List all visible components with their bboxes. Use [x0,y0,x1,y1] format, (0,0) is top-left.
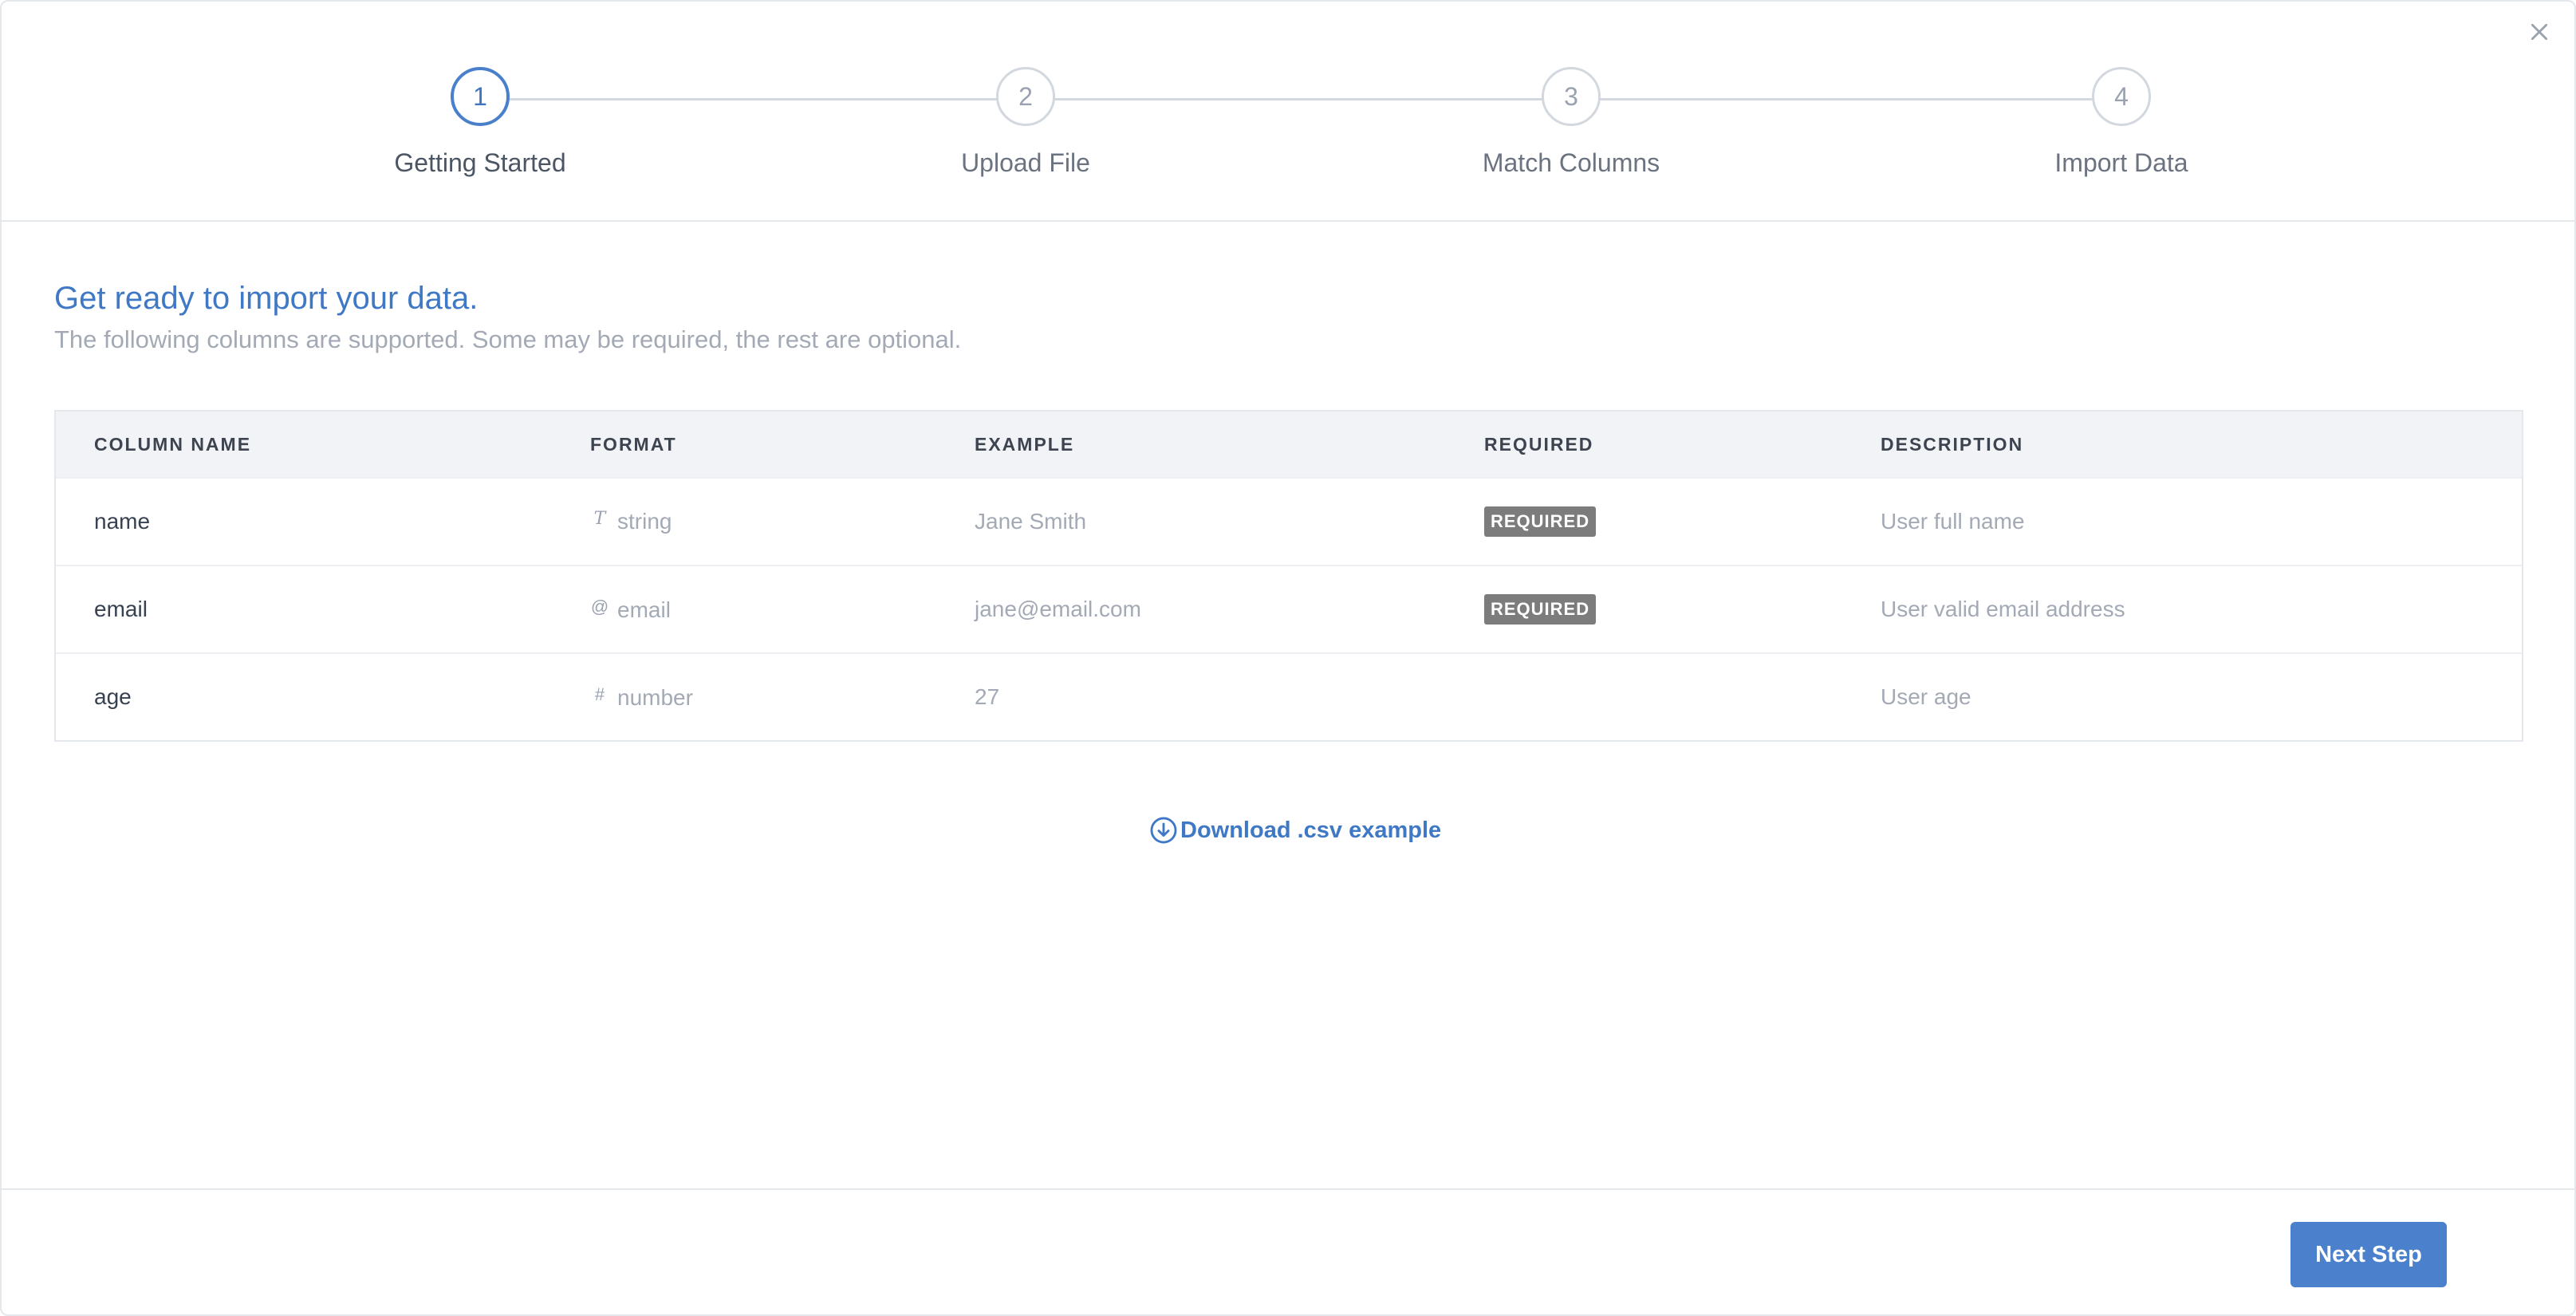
download-label: Download .csv example [1180,817,1442,843]
stepper: 1 Getting Started 2 Upload File 3 Match … [2,2,2574,222]
step-upload-file: 2 Upload File [866,67,1185,178]
cell-description: User full name [1881,509,2025,534]
hash-icon: # [594,684,605,704]
columns-table: COLUMN NAME FORMAT EXAMPLE REQUIRED DESC… [54,410,2523,742]
cell-format: # number [590,684,693,711]
required-badge: REQUIRED [1484,506,1597,537]
at-sign-icon: @ [590,596,609,617]
header-column-name: COLUMN NAME [94,433,252,455]
header-required: REQUIRED [1484,433,1594,455]
format-label: email [617,597,671,622]
step-number: 3 [1542,67,1601,126]
cell-column-name: email [94,597,148,621]
step-match-columns: 3 Match Columns [1412,67,1731,178]
step-number: 1 [451,67,510,126]
cell-format: Tstring [590,509,672,534]
cell-description: User valid email address [1881,597,2125,621]
text-format-icon: T [593,509,606,529]
cell-required: REQUIRED [1484,506,1597,537]
table-row: name Tstring Jane Smith REQUIRED User fu… [56,477,2522,565]
step-getting-started: 1 Getting Started [321,67,640,178]
download-circle-icon [1150,817,1177,844]
step-label: Import Data [2054,148,2188,177]
page-subtitle: The following columns are supported. Som… [54,325,962,353]
table-row: age # number 27 User age [56,652,2522,740]
step-label: Upload File [961,148,1090,177]
modal-footer: Next Step [2,1188,2574,1314]
header-format: FORMAT [590,433,677,455]
cell-column-name: name [94,509,151,534]
cell-description: User age [1881,684,1971,709]
format-label: string [617,509,672,534]
step-label: Match Columns [1482,148,1660,177]
page-title: Get ready to import your data. [54,281,479,316]
header-description: DESCRIPTION [1881,433,2024,455]
cell-example: 27 [975,684,1000,709]
header-example: EXAMPLE [975,433,1075,455]
table-row: email @ email jane@email.com REQUIRED Use… [56,565,2522,652]
cell-example: jane@email.com [975,597,1141,621]
cell-example: Jane Smith [975,509,1087,534]
download-csv-link[interactable]: Download .csv example [1148,815,1441,845]
cell-format: @ email [590,597,671,623]
table-header: COLUMN NAME FORMAT EXAMPLE REQUIRED DESC… [56,412,2522,477]
content: Get ready to import your data. The follo… [54,220,2527,844]
step-number: 4 [2092,67,2151,126]
import-modal: 1 Getting Started 2 Upload File 3 Match … [0,0,2576,1316]
step-number: 2 [996,67,1055,126]
cell-column-name: age [94,684,132,709]
next-step-button[interactable]: Next Step [2290,1222,2447,1287]
format-label: number [617,684,693,710]
step-label: Getting Started [394,148,566,177]
cell-required: REQUIRED [1484,594,1597,625]
required-badge: REQUIRED [1484,594,1597,625]
step-import-data: 4 Import Data [1962,67,2281,178]
